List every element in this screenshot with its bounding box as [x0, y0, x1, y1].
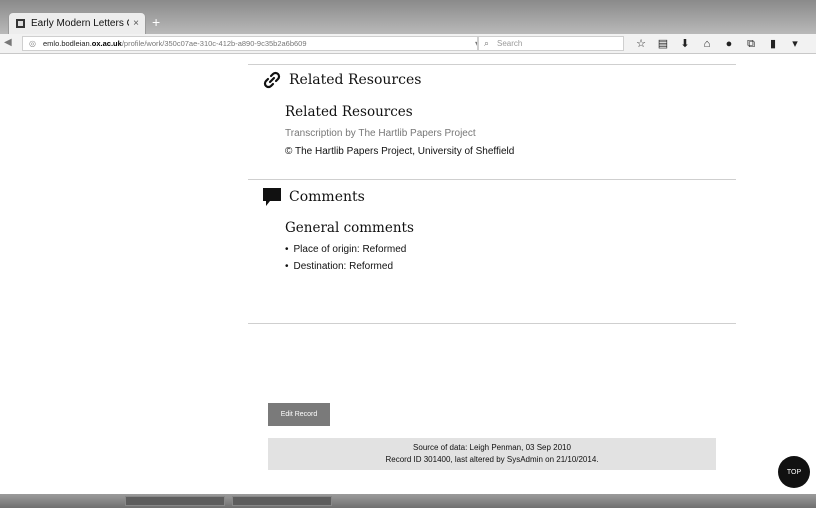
copyright-notice: © The Hartlib Papers Project, University… — [285, 146, 515, 157]
page-favicon-icon — [15, 18, 26, 29]
search-placeholder: Search — [497, 39, 523, 48]
taskbar-item[interactable] — [232, 496, 332, 506]
browser-tab-bar: Early Modern Letters Onlin... × + — [0, 0, 816, 34]
new-tab-button[interactable]: + — [152, 12, 160, 32]
browser-tab[interactable]: Early Modern Letters Onlin... × — [8, 12, 146, 34]
globe-icon: ◎ — [29, 39, 36, 48]
taskbar-item[interactable] — [125, 496, 225, 506]
divider — [248, 179, 736, 180]
close-tab-icon[interactable]: × — [133, 18, 139, 29]
comments-heading: Comments — [289, 189, 365, 205]
link-icon — [262, 70, 282, 90]
comment-icon — [262, 187, 282, 207]
home-icon[interactable]: ⌂ — [700, 37, 714, 51]
back-to-top-button[interactable]: TOP — [778, 456, 810, 488]
address-bar[interactable]: ◎ emlo.bodleian.ox.ac.uk/profile/work/35… — [22, 36, 478, 51]
list-item: Destination: Reformed — [285, 259, 406, 276]
toolbar-icons: ☆ ▤ ⬇ ⌂ ● ⧉ ▮ ▾ — [634, 37, 802, 51]
data-source: Source of data: Leigh Penman, 03 Sep 201… — [413, 443, 571, 452]
general-comments-subheading: General comments — [285, 220, 414, 236]
record-footer: Source of data: Leigh Penman, 03 Sep 201… — [268, 438, 716, 470]
transcription-credit[interactable]: Transcription by The Hartlib Papers Proj… — [285, 128, 476, 139]
search-icon: ⌕ — [484, 38, 490, 48]
download-icon[interactable]: ⬇ — [678, 37, 692, 51]
divider — [248, 323, 736, 324]
comments-list: Place of origin: Reformed Destination: R… — [285, 242, 407, 276]
star-icon[interactable]: ☆ — [634, 37, 648, 51]
comments-header: Comments — [262, 187, 365, 207]
trash-icon[interactable]: ▮ — [766, 37, 780, 51]
record-info: Record ID 301400, last altered by SysAdm… — [385, 455, 599, 464]
puzzle-icon[interactable]: ⧉ — [744, 37, 758, 51]
clipboard-icon[interactable]: ▤ — [656, 37, 670, 51]
tab-title: Early Modern Letters Onlin... — [31, 18, 129, 29]
browser-nav-bar: ◀ ◎ emlo.bodleian.ox.ac.uk/profile/work/… — [0, 34, 816, 54]
related-resources-heading: Related Resources — [289, 72, 422, 88]
list-item: Place of origin: Reformed — [285, 242, 407, 259]
edit-record-button[interactable]: Edit Record — [268, 403, 330, 426]
divider — [248, 64, 736, 65]
os-taskbar — [0, 494, 816, 508]
url-host: emlo.bodleian. — [43, 39, 92, 48]
chevron-down-icon[interactable]: ▾ — [788, 37, 802, 51]
chat-icon[interactable]: ● — [722, 37, 736, 51]
back-icon[interactable]: ◀ — [4, 37, 12, 48]
related-resources-subheading: Related Resources — [285, 104, 413, 120]
url-domain: ox.ac.uk — [91, 39, 122, 48]
search-input[interactable]: ⌕ Search — [478, 36, 624, 51]
url-path: /profile/work/350c07ae-310c-412b-a890-9c… — [121, 39, 307, 48]
related-resources-header: Related Resources — [262, 70, 421, 90]
